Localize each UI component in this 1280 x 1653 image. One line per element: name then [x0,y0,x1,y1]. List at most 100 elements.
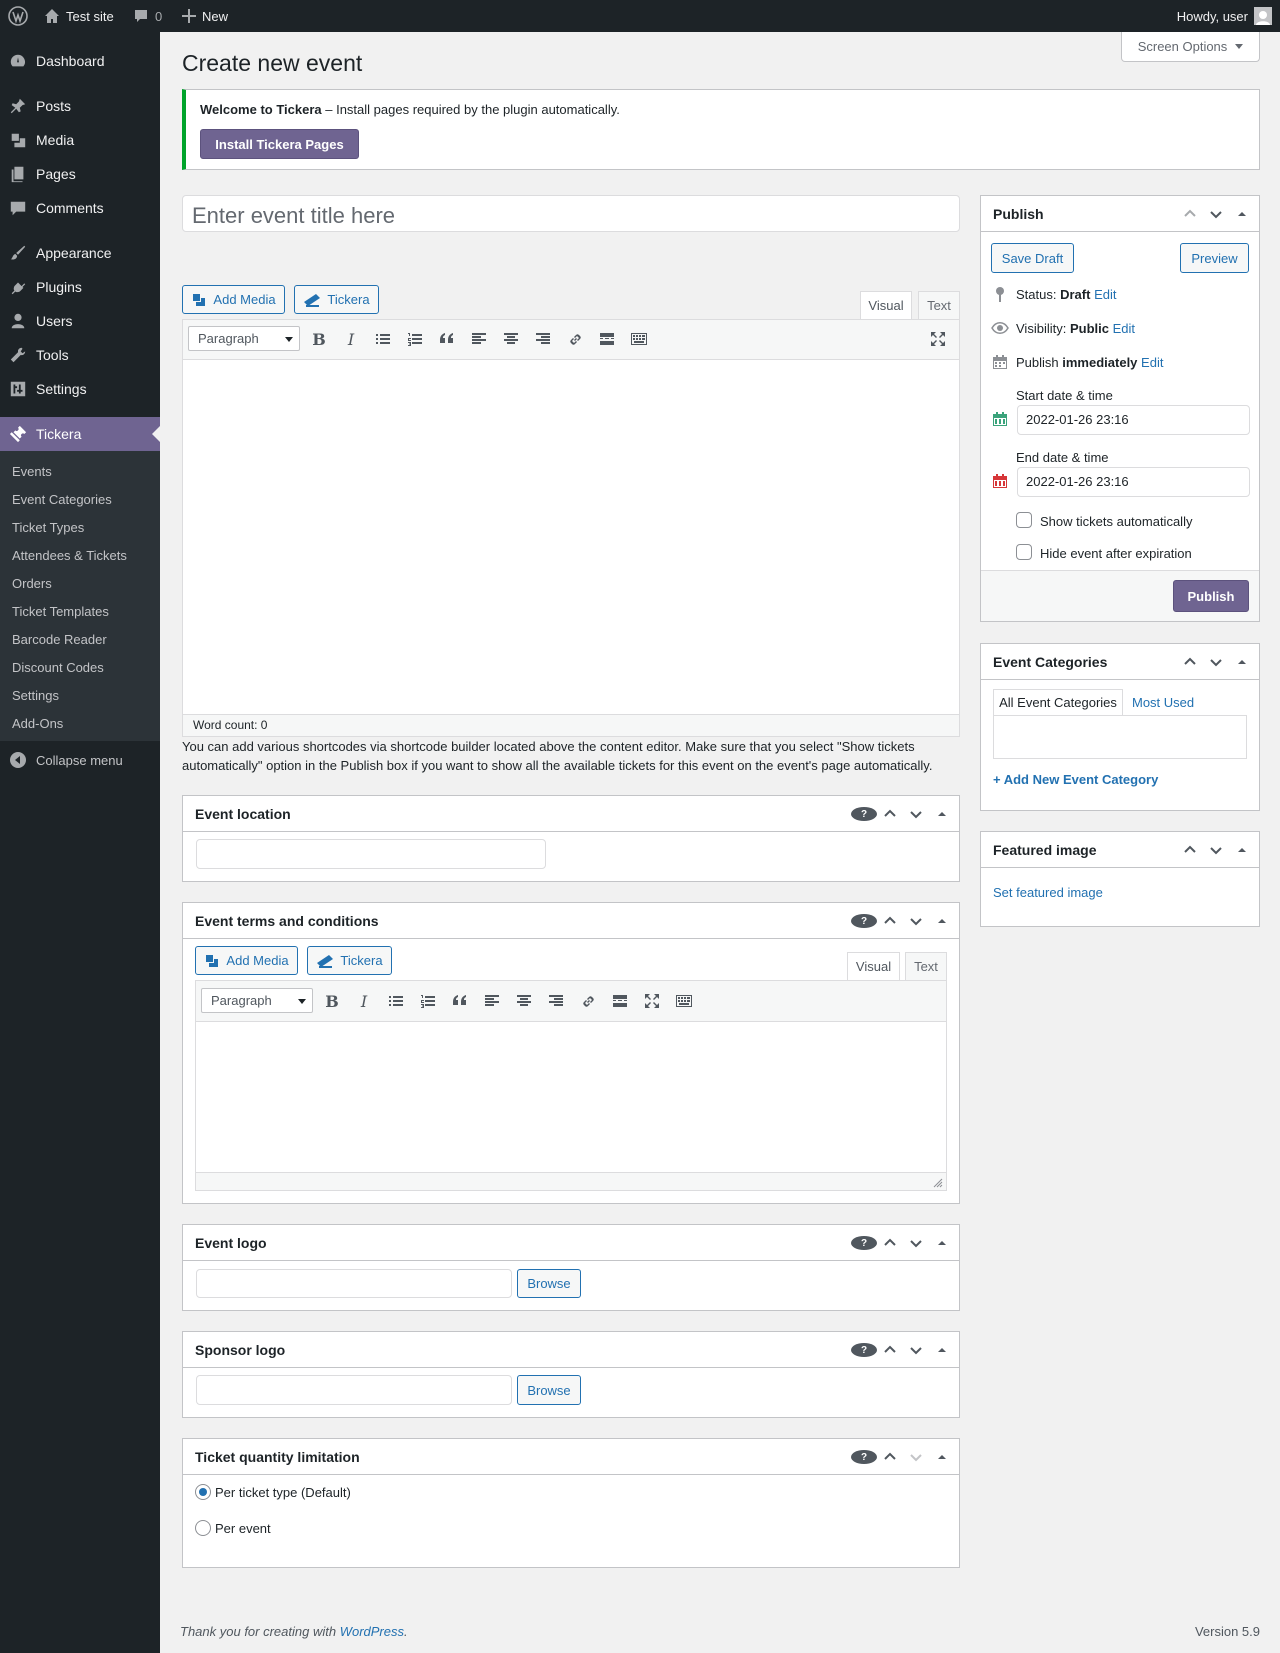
menu-pages[interactable]: Pages [0,157,160,191]
add-new-category-link[interactable]: + Add New Event Category [993,772,1158,787]
submenu-events[interactable]: Events [12,464,52,479]
comments-link[interactable]: 0 [133,0,162,32]
align-center-icon[interactable] [508,987,540,1015]
help-icon[interactable]: ? [851,914,877,928]
show-tickets-checkbox[interactable] [1016,512,1032,528]
tickera-shortcode-button[interactable]: Tickera [294,285,379,314]
move-up-icon[interactable] [877,1236,903,1250]
sponsor-logo-input[interactable] [196,1375,512,1405]
radio-per-ticket-type[interactable] [195,1484,211,1500]
align-left-icon[interactable] [476,987,508,1015]
menu-plugins[interactable]: Plugins [0,270,160,304]
terms-tab-visual[interactable]: Visual [847,952,900,981]
new-content-link[interactable]: New [182,0,228,32]
menu-users[interactable]: Users [0,304,160,338]
toggle-panel-icon[interactable] [929,914,955,928]
event-title-input[interactable]: Enter event title here [182,195,960,232]
edit-status-link[interactable]: Edit [1094,287,1116,302]
link-icon[interactable] [559,325,591,353]
align-left-icon[interactable] [463,325,495,353]
bold-icon[interactable]: B [316,987,348,1015]
move-up-icon[interactable] [1177,655,1203,669]
screen-options-button[interactable]: Screen Options [1121,32,1260,62]
fullscreen-toggle[interactable] [922,325,954,353]
terms-add-media-button[interactable]: Add Media [195,946,298,975]
fullscreen-icon[interactable] [636,987,668,1015]
toggle-panel-icon[interactable] [929,807,955,821]
move-up-icon[interactable] [1177,843,1203,857]
help-icon[interactable]: ? [851,1450,877,1464]
terms-tickera-button[interactable]: Tickera [307,946,392,975]
menu-tools[interactable]: Tools [0,338,160,372]
menu-settings[interactable]: Settings [0,372,160,406]
help-icon[interactable]: ? [851,1236,877,1250]
read-more-icon[interactable] [604,987,636,1015]
move-down-icon[interactable] [903,807,929,821]
move-up-icon[interactable] [877,1450,903,1464]
submenu-settings[interactable]: Settings [12,688,59,703]
hide-event-checkbox[interactable] [1016,544,1032,560]
move-up-icon[interactable] [877,807,903,821]
move-down-icon[interactable] [903,1236,929,1250]
bold-icon[interactable]: B [303,325,335,353]
tab-text[interactable]: Text [918,291,960,320]
submenu-event-categories[interactable]: Event Categories [12,492,112,507]
submenu-discount-codes[interactable]: Discount Codes [12,660,104,675]
menu-comments[interactable]: Comments [0,191,160,225]
move-down-icon[interactable] [903,1450,929,1464]
move-up-icon[interactable] [1177,207,1203,221]
italic-icon[interactable]: I [335,325,367,353]
move-down-icon[interactable] [1203,843,1229,857]
toggle-panel-icon[interactable] [1229,207,1255,221]
menu-media[interactable]: Media [0,123,160,157]
terms-tab-text[interactable]: Text [905,952,947,981]
start-date-input[interactable]: 2022-01-26 23:16 [1017,405,1250,435]
align-right-icon[interactable] [540,987,572,1015]
keyboard-icon[interactable] [623,325,655,353]
align-center-icon[interactable] [495,325,527,353]
event-logo-browse-button[interactable]: Browse [517,1269,581,1298]
edit-publish-date-link[interactable]: Edit [1141,355,1163,370]
edit-visibility-link[interactable]: Edit [1113,321,1135,336]
menu-tickera[interactable]: Tickera [0,417,160,451]
bullet-list-icon[interactable] [380,987,412,1015]
tab-most-used[interactable]: Most Used [1132,695,1194,710]
help-icon[interactable]: ? [851,1343,877,1357]
toggle-panel-icon[interactable] [929,1343,955,1357]
wordpress-link[interactable]: WordPress [340,1624,404,1639]
toggle-panel-icon[interactable] [929,1450,955,1464]
event-location-input[interactable] [196,839,546,869]
collapse-menu[interactable]: Collapse menu [10,752,123,768]
toggle-panel-icon[interactable] [1229,843,1255,857]
move-down-icon[interactable] [1203,207,1229,221]
sponsor-logo-browse-button[interactable]: Browse [517,1375,581,1405]
read-more-icon[interactable] [591,325,623,353]
keyboard-icon[interactable] [668,987,700,1015]
bullet-list-icon[interactable] [367,325,399,353]
preview-button[interactable]: Preview [1180,243,1249,273]
move-down-icon[interactable] [1203,655,1229,669]
tab-all-event-categories[interactable]: All Event Categories [993,689,1123,716]
submenu-ticket-templates[interactable]: Ticket Templates [12,604,109,619]
add-media-button[interactable]: Add Media [182,285,285,314]
submenu-orders[interactable]: Orders [12,576,52,591]
account-menu[interactable]: Howdy, user [1177,0,1272,32]
move-down-icon[interactable] [903,1343,929,1357]
terms-format-select[interactable]: Paragraph [201,988,313,1013]
move-up-icon[interactable] [877,1343,903,1357]
help-icon[interactable]: ? [851,807,877,821]
align-right-icon[interactable] [527,325,559,353]
menu-appearance[interactable]: Appearance [0,236,160,270]
submenu-ticket-types[interactable]: Ticket Types [12,520,84,535]
site-name-link[interactable]: Test site [44,0,114,32]
wordpress-logo-icon[interactable] [8,0,28,32]
italic-icon[interactable]: I [348,987,380,1015]
submenu-add-ons[interactable]: Add-Ons [12,716,63,731]
submenu-attendees[interactable]: Attendees & Tickets [12,548,127,563]
radio-per-event[interactable] [195,1520,211,1536]
move-down-icon[interactable] [903,914,929,928]
blockquote-icon[interactable] [444,987,476,1015]
save-draft-button[interactable]: Save Draft [991,243,1074,273]
blockquote-icon[interactable] [431,325,463,353]
link-icon[interactable] [572,987,604,1015]
